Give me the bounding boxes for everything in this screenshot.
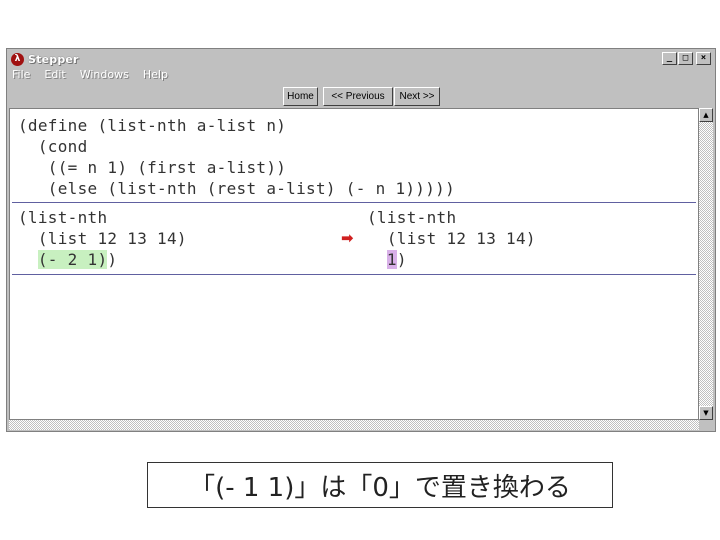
definition-line: ((= n 1) (first a-list)) (18, 158, 287, 177)
next-button[interactable]: Next >> (394, 87, 440, 106)
previous-button[interactable]: << Previous (323, 87, 393, 106)
home-button[interactable]: Home (283, 87, 318, 106)
definition-line: (define (list-nth a-list n) (18, 116, 287, 135)
before-line: (list 12 13 14) (18, 229, 187, 248)
before-line: (list-nth (18, 208, 108, 227)
caption: 「(- 1 1)」は「0」で置き換わる (147, 462, 613, 508)
divider (12, 202, 696, 203)
step-arrow-icon: ➡ (341, 229, 354, 247)
after-expression: (list-nth (list 12 13 14) 1) (367, 207, 536, 270)
title-bar[interactable]: λ Stepper _ □ × (9, 51, 713, 67)
stepper-window: λ Stepper _ □ × File Edit Windows Help H… (6, 48, 716, 432)
window-title: Stepper (28, 52, 79, 66)
menu-bar: File Edit Windows Help (11, 68, 169, 84)
closing-paren: ) (396, 250, 407, 269)
vertical-scrollbar[interactable] (699, 108, 713, 420)
closing-paren: ) (107, 250, 118, 269)
maximize-button[interactable]: □ (678, 52, 693, 65)
menu-help[interactable]: Help (142, 68, 169, 84)
toolbar: Home << Previous Next >> (7, 84, 715, 108)
definition-line: (else (list-nth (rest a-list) (- n 1))))… (18, 179, 456, 198)
before-expression: (list-nth (list 12 13 14) (- 2 1)) (18, 207, 187, 270)
stepper-pane: (define (list-nth a-list n) (cond ((= n … (9, 108, 699, 420)
redex-highlight: (- 2 1) (37, 250, 108, 269)
definition-line: (cond (18, 137, 88, 156)
divider (12, 274, 696, 275)
scroll-up-icon[interactable]: ▲ (699, 108, 713, 122)
close-button[interactable]: × (696, 52, 711, 65)
result-highlight: 1 (386, 250, 397, 269)
scroll-corner (699, 420, 713, 430)
lambda-icon: λ (11, 52, 24, 66)
menu-file[interactable]: File (11, 68, 31, 84)
after-line: (list-nth (367, 208, 457, 227)
minimize-button[interactable]: _ (662, 52, 677, 65)
after-line: (list 12 13 14) (367, 229, 536, 248)
menu-windows[interactable]: Windows (79, 68, 130, 84)
scroll-down-icon[interactable]: ▼ (699, 406, 713, 420)
definition-code: (define (list-nth a-list n) (cond ((= n … (18, 115, 455, 199)
horizontal-scrollbar[interactable] (9, 420, 699, 430)
menu-edit[interactable]: Edit (43, 68, 66, 84)
